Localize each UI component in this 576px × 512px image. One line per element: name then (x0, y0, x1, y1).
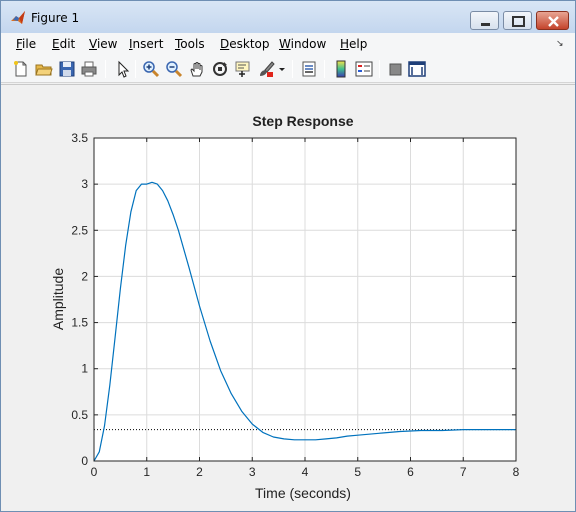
y-tick-label: 2 (81, 269, 88, 283)
new-figure-icon[interactable] (11, 59, 31, 79)
link-plot-icon[interactable] (299, 59, 319, 79)
plot-area[interactable]: 0 1 2 3 4 5 6 7 8 0 0.5 1 1.5 2 2.5 3 3.5 (71, 131, 519, 479)
figure-toolbar (1, 55, 575, 83)
y-tick-label: 1.5 (71, 316, 88, 330)
rotate-3d-icon[interactable] (210, 59, 230, 79)
menu-file[interactable]: File (16, 37, 36, 51)
window-title: Figure 1 (31, 11, 80, 25)
minimize-button[interactable] (470, 11, 499, 30)
matlab-logo-icon (11, 11, 25, 24)
x-tick-label: 0 (91, 465, 98, 479)
figure-window: Figure 1 File Edit View Insert Tools Des… (0, 0, 576, 512)
menu-insert[interactable]: Insert (129, 37, 163, 51)
menu-view[interactable]: View (89, 37, 117, 51)
y-axis-label: Amplitude (50, 268, 66, 330)
toolbar-separator (379, 60, 380, 78)
y-tick-label: 3.5 (71, 131, 88, 145)
dock-figure-icon[interactable]: ↘ (556, 38, 564, 49)
save-icon[interactable] (57, 59, 77, 79)
y-tick-label: 0 (81, 454, 88, 468)
menu-bar: File Edit View Insert Tools Desktop Wind… (1, 33, 575, 55)
brush-dropdown-icon[interactable] (277, 59, 287, 79)
menu-help[interactable]: Help (340, 37, 367, 51)
close-button[interactable] (536, 11, 569, 30)
toolbar-separator (292, 60, 293, 78)
menu-desktop[interactable]: Desktop (220, 37, 270, 51)
x-tick-label: 7 (460, 465, 467, 479)
menu-edit[interactable]: Edit (52, 37, 75, 51)
menu-tools[interactable]: Tools (175, 37, 205, 51)
hide-plot-tools-icon[interactable] (386, 59, 406, 79)
menu-window[interactable]: Window (279, 37, 326, 51)
pan-hand-icon[interactable] (187, 59, 207, 79)
open-file-icon[interactable] (34, 59, 54, 79)
edit-plot-arrow-icon[interactable] (112, 59, 132, 79)
x-axis-label: Time (seconds) (255, 485, 351, 501)
x-tick-label: 1 (143, 465, 150, 479)
step-response-chart[interactable]: Step Response Time (seconds) Amplitude 0… (1, 85, 575, 512)
x-tick-label: 3 (249, 465, 256, 479)
toolbar-separator (135, 60, 136, 78)
close-icon (548, 16, 559, 27)
zoom-out-icon[interactable] (164, 59, 184, 79)
zoom-in-icon[interactable] (141, 59, 161, 79)
title-bar[interactable]: Figure 1 (1, 1, 575, 33)
data-cursor-icon[interactable] (233, 59, 253, 79)
x-tick-label: 8 (513, 465, 520, 479)
minimize-icon (481, 23, 490, 26)
maximize-icon (512, 16, 525, 27)
figure-canvas[interactable]: Step Response Time (seconds) Amplitude 0… (1, 84, 575, 511)
x-tick-label: 6 (407, 465, 414, 479)
y-tick-label: 1 (81, 362, 88, 376)
chart-title: Step Response (252, 113, 353, 129)
show-plot-tools-icon[interactable] (407, 59, 427, 79)
brush-icon[interactable] (256, 59, 276, 79)
y-tick-label: 2.5 (71, 223, 88, 237)
toolbar-separator (105, 60, 106, 78)
colorbar-icon[interactable] (331, 59, 351, 79)
maximize-button[interactable] (503, 11, 532, 30)
print-icon[interactable] (79, 59, 99, 79)
y-tick-label: 3 (81, 177, 88, 191)
toolbar-separator (324, 60, 325, 78)
x-tick-label: 2 (196, 465, 203, 479)
legend-icon[interactable] (354, 59, 374, 79)
x-tick-label: 5 (354, 465, 361, 479)
x-tick-label: 4 (302, 465, 309, 479)
y-tick-label: 0.5 (71, 408, 88, 422)
